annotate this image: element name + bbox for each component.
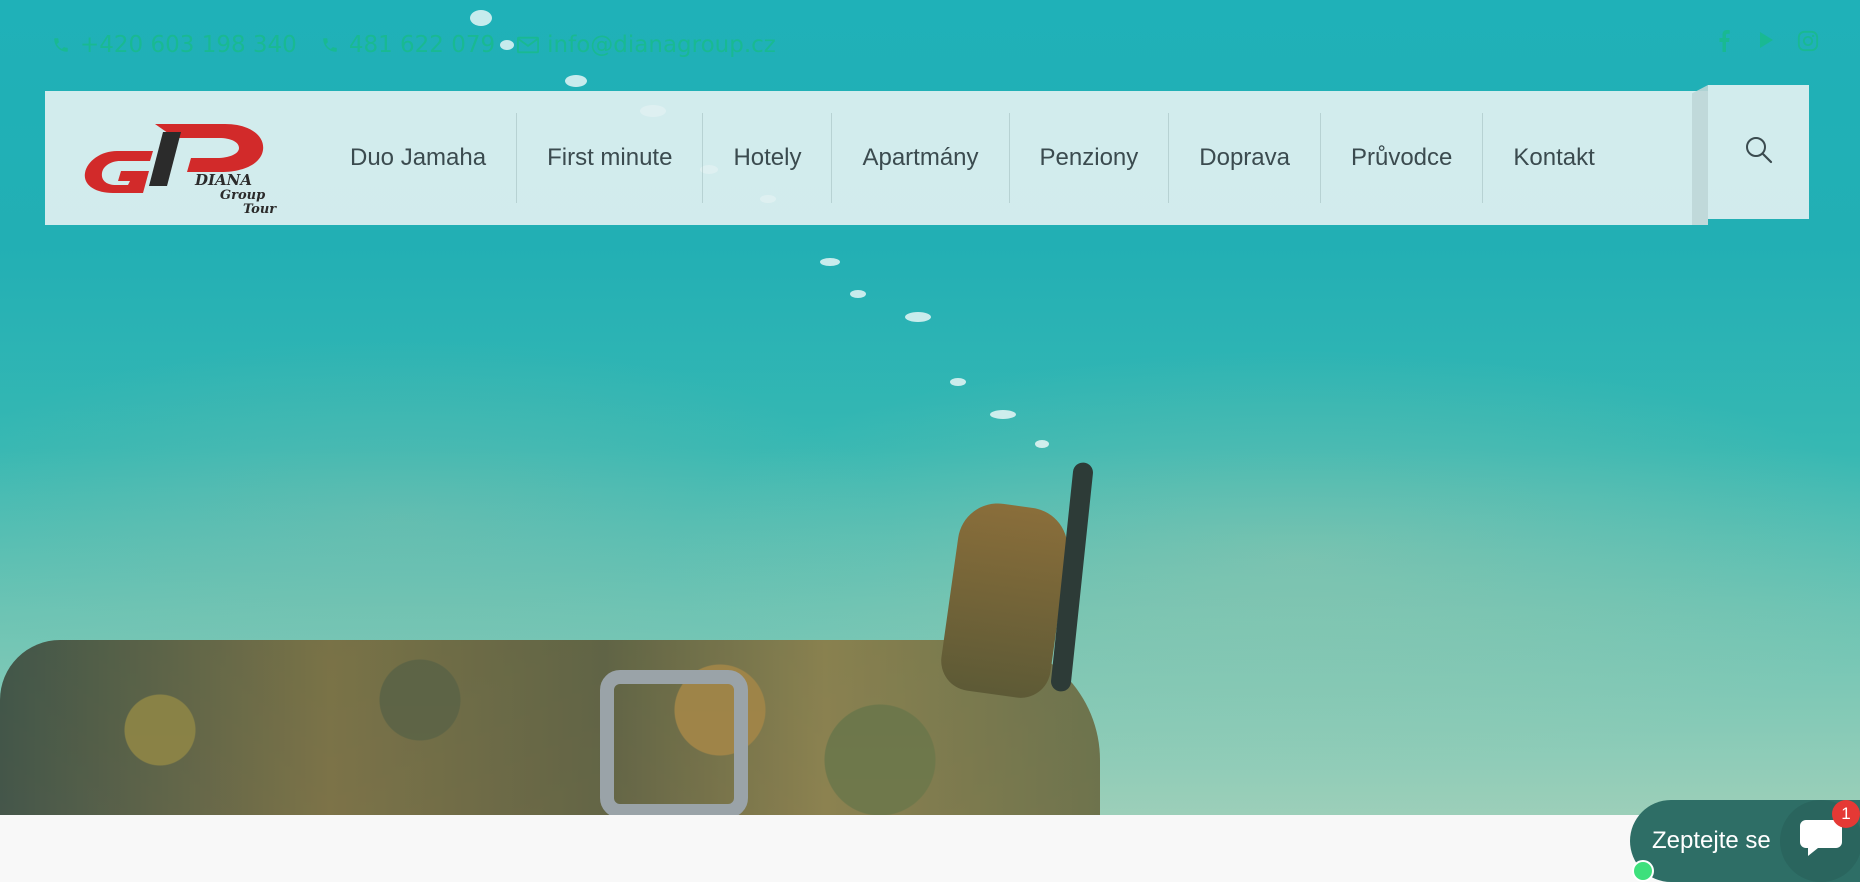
instagram-icon[interactable]	[1796, 30, 1820, 58]
nav-item-duo-jamaha[interactable]: Duo Jamaha	[320, 113, 518, 203]
social-links	[1712, 30, 1820, 58]
search-button[interactable]	[1692, 85, 1809, 225]
phone-icon	[50, 34, 72, 56]
online-status-dot	[1632, 860, 1654, 882]
phone-icon	[319, 34, 341, 56]
nav-item-penziony[interactable]: Penziony	[1010, 113, 1170, 203]
nav-item-pruvodce[interactable]: Průvodce	[1321, 113, 1484, 203]
phone-number-2: 481 622 079	[348, 32, 496, 58]
main-header: DIANA Group Tour Duo Jamaha First minute…	[45, 91, 1708, 225]
nav-item-kontakt[interactable]: Kontakt	[1483, 113, 1624, 203]
chat-notification-badge: 1	[1832, 800, 1860, 828]
main-nav: Duo Jamaha First minute Hotely Apartmány…	[320, 113, 1625, 203]
facebook-icon[interactable]	[1712, 30, 1736, 58]
email-address: info@dianagroup.cz	[547, 32, 776, 58]
chat-widget[interactable]: Zeptejte se	[1630, 800, 1860, 882]
logo-text-diana: DIANA	[194, 171, 252, 189]
diver-arm	[0, 640, 1100, 815]
youtube-icon[interactable]	[1754, 30, 1778, 58]
nav-item-doprava[interactable]: Doprava	[1169, 113, 1321, 203]
nav-item-apartmany[interactable]: Apartmány	[832, 113, 1010, 203]
diver-wrist-strap	[600, 670, 748, 815]
logo-text-tour: Tour	[243, 202, 277, 217]
search-box-fold	[1692, 85, 1708, 225]
site-logo[interactable]: DIANA Group Tour	[45, 91, 295, 225]
search-icon	[1744, 135, 1774, 169]
phone-link-2[interactable]: 481 622 079	[319, 32, 495, 58]
content-area	[0, 815, 1860, 878]
email-link[interactable]: info@dianagroup.cz	[517, 32, 776, 58]
contact-bar: +420 603 198 340 481 622 079 info@dianag…	[50, 30, 776, 60]
logo-text-group: Group	[220, 188, 265, 203]
mail-icon	[517, 34, 540, 56]
chat-label: Zeptejte se	[1652, 827, 1771, 854]
phone-number-1: +420 603 198 340	[80, 32, 297, 58]
nav-item-hotely[interactable]: Hotely	[703, 113, 833, 203]
phone-link-1[interactable]: +420 603 198 340	[50, 32, 297, 58]
nav-item-first-minute[interactable]: First minute	[517, 113, 704, 203]
